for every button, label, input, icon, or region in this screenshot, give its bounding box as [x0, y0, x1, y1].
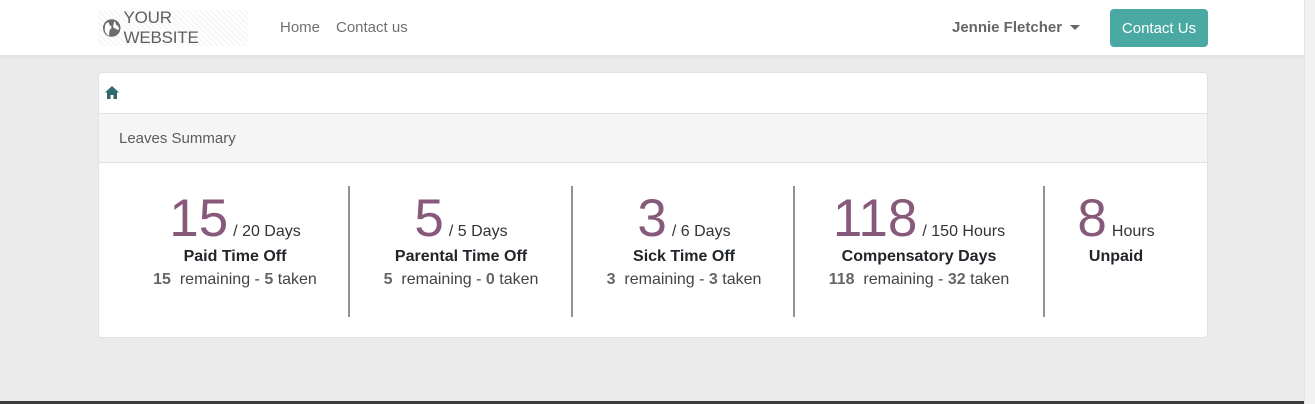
brand-logo[interactable]: YOUR WEBSITE [98, 8, 248, 47]
home-icon[interactable] [105, 86, 119, 99]
leave-value: 8 [1077, 189, 1107, 248]
remaining-label: remaining - [179, 271, 260, 288]
column-divider [348, 186, 350, 317]
leave-item-paid: 15 / 20 Days Paid Time Off 15 remaining … [139, 186, 331, 289]
top-navbar: YOUR WEBSITE Home Contact us Jennie Flet… [0, 0, 1304, 56]
leaves-summary-card: Leaves Summary 15 / 20 Days Paid Time Of… [98, 113, 1208, 338]
remaining-value: 15 [153, 271, 171, 288]
leave-item-compensatory: 118 / 150 Hours Compensatory Days 118 re… [809, 186, 1029, 289]
leave-unit: / 150 Hours [922, 223, 1006, 240]
leave-item-parental: 5 / 5 Days Parental Time Off 5 remaining… [365, 186, 557, 289]
leave-value: 3 [637, 189, 667, 248]
leave-detail: 15 remaining - 5 taken [139, 271, 331, 289]
leave-name: Paid Time Off [183, 248, 287, 265]
leave-unit: / 6 Days [671, 223, 731, 240]
remaining-label: remaining - [401, 271, 482, 288]
taken-value: 3 [708, 271, 718, 288]
leave-name: Parental Time Off [394, 248, 528, 265]
leave-name: Sick Time Off [633, 248, 735, 265]
taken-value: 32 [947, 271, 966, 288]
taken-label: taken [722, 271, 762, 288]
globe-icon [102, 19, 121, 37]
remaining-value: 118 [828, 271, 855, 288]
column-divider [793, 186, 795, 317]
leave-unit: Hours [1111, 223, 1155, 240]
user-name: Jennie Fletcher [952, 19, 1063, 36]
leave-name: Unpaid [1088, 248, 1144, 265]
taken-label: taken [499, 271, 539, 288]
column-divider [571, 186, 573, 317]
leave-detail: 118 remaining - 32 taken [809, 271, 1029, 289]
nav-contact-link[interactable]: Contact us [336, 19, 408, 36]
leave-detail: 5 remaining - 0 taken [365, 271, 557, 289]
taken-value: 5 [264, 271, 274, 288]
leave-unit: / 20 Days [233, 223, 301, 240]
breadcrumb [98, 72, 1208, 114]
user-menu-dropdown[interactable]: Jennie Fletcher [952, 19, 1081, 36]
leave-name: Compensatory Days [841, 248, 997, 265]
leave-value: 118 [832, 189, 918, 248]
card-header: Leaves Summary [99, 114, 1207, 163]
leave-value: 5 [414, 189, 444, 248]
nav-home-link[interactable]: Home [280, 19, 320, 36]
leave-value: 15 [169, 189, 229, 248]
leave-detail: 3 remaining - 3 taken [588, 271, 780, 289]
remaining-label: remaining - [863, 271, 944, 288]
leave-item-unpaid: 8 Hours Unpaid [1059, 186, 1173, 266]
remaining-value: 5 [383, 271, 393, 288]
leave-unit: / 5 Days [448, 223, 508, 240]
brand-text: YOUR WEBSITE [123, 8, 199, 47]
remaining-label: remaining - [624, 271, 705, 288]
card-title: Leaves Summary [119, 129, 236, 147]
contact-us-button[interactable]: Contact Us [1110, 9, 1208, 47]
caret-down-icon [1070, 25, 1081, 30]
remaining-value: 3 [606, 271, 616, 288]
scrollbar[interactable] [1304, 0, 1315, 404]
taken-label: taken [277, 271, 317, 288]
taken-label: taken [970, 271, 1010, 288]
taken-value: 0 [485, 271, 495, 288]
leave-item-sick: 3 / 6 Days Sick Time Off 3 remaining - 3… [588, 186, 780, 289]
column-divider [1043, 186, 1045, 317]
